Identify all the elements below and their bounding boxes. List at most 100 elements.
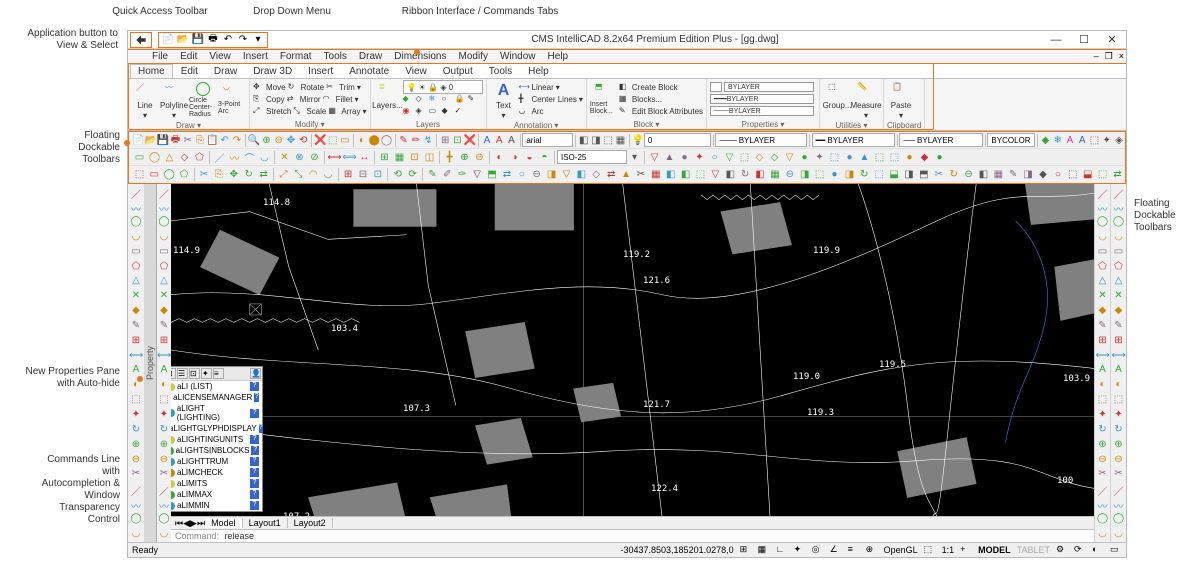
toolbar-button[interactable]: ◧	[663, 167, 678, 182]
vtoolbar-button[interactable]: △	[1112, 275, 1126, 289]
toolbar-button[interactable]: ⬚	[887, 150, 902, 165]
toolbar-button[interactable]: 🔍	[248, 133, 260, 148]
application-button[interactable]	[130, 32, 152, 48]
create-block-button[interactable]: Create Block	[632, 83, 678, 92]
toolbar-button[interactable]: ◑	[507, 150, 522, 165]
toolbar-button[interactable]: ／	[212, 150, 227, 165]
vtoolbar-button[interactable]: ⬚	[1096, 394, 1110, 408]
toolbar-button[interactable]: ◇	[752, 150, 767, 165]
vtoolbar-button[interactable]: ✂	[157, 468, 171, 482]
toolbar-button[interactable]: ✕	[277, 150, 292, 165]
vtoolbar-button[interactable]: ◯	[157, 513, 171, 527]
toolbar-button[interactable]: ▭	[339, 133, 351, 148]
menu-edit[interactable]: Edit	[174, 51, 203, 62]
menu-view[interactable]: View	[203, 51, 237, 62]
vtoolbar-button[interactable]: ⊕	[129, 439, 143, 453]
toolbar-button[interactable]: ⌒	[242, 150, 257, 165]
toolbar-button[interactable]: ⬤	[368, 133, 380, 148]
menu-help[interactable]: Help	[542, 51, 575, 62]
toolbar-button[interactable]: ↻	[241, 167, 256, 182]
vtoolbar-button[interactable]: ⬚	[1112, 394, 1126, 408]
vtoolbar-button[interactable]: ⊕	[1112, 439, 1126, 453]
toolbar-button[interactable]: ↷	[231, 133, 243, 148]
toolbar-button[interactable]: ◧	[723, 167, 738, 182]
vtoolbar-button[interactable]: ⬠	[129, 261, 143, 275]
tab-home[interactable]: Home	[130, 64, 173, 78]
toolbar-button[interactable]: ⬚	[327, 133, 339, 148]
doc-minimize-icon[interactable]: –	[1094, 51, 1099, 62]
layer-tool5-icon[interactable]: ✓	[455, 106, 466, 117]
vtoolbar-button[interactable]: ◯	[129, 216, 143, 230]
toolbar-button[interactable]: ◆	[1036, 167, 1051, 182]
tab-nav-prev-icon[interactable]: ◀	[183, 518, 190, 529]
move-button[interactable]: Move	[266, 83, 286, 92]
toolbar-button[interactable]: ⊗	[292, 150, 307, 165]
toolbar-button[interactable]: ▲	[857, 150, 872, 165]
vtoolbar-button[interactable]: 〰	[1112, 498, 1126, 512]
toolbar-button[interactable]: A	[493, 133, 505, 148]
layer-tool4-icon[interactable]: ◆	[442, 106, 453, 117]
toolbar-button[interactable]: ▽	[647, 150, 662, 165]
color-swatch[interactable]	[710, 82, 722, 92]
vtoolbar-button[interactable]: 〰	[1112, 201, 1126, 215]
toolbar-button[interactable]: A	[481, 133, 493, 148]
toolbar-button[interactable]: ↯	[422, 133, 434, 148]
toolbar-button[interactable]: ⬒	[485, 167, 500, 182]
doc-close-icon[interactable]: ×	[1119, 51, 1124, 62]
tab-output[interactable]: Output	[435, 64, 481, 78]
otrack-icon[interactable]: ∠	[830, 544, 842, 556]
vtoolbar-button[interactable]: ◆	[1112, 305, 1126, 319]
toolbar-button[interactable]: ⬚	[693, 167, 708, 182]
properties-pane-collapsed[interactable]: Property	[144, 184, 157, 542]
toolbar-button[interactable]: ◨	[842, 167, 857, 182]
toolbar-button[interactable]: ⇄	[604, 167, 619, 182]
menu-tools[interactable]: Tools	[318, 51, 353, 62]
toolbar-button[interactable]: ✑	[455, 167, 470, 182]
insert-block-button[interactable]: ⬒Insert Block...	[590, 81, 618, 115]
toolbar-button[interactable]: ◨	[902, 167, 917, 182]
toolbar-button[interactable]: ▽	[559, 167, 574, 182]
toolbar-button[interactable]: ◧	[753, 167, 768, 182]
autocomplete-item[interactable]: aLIGHTGLYPHDISPLAY?	[171, 423, 262, 434]
toolbar-button[interactable]: ✦	[692, 150, 707, 165]
toolbar-button[interactable]: ◧	[578, 133, 590, 148]
vtoolbar-button[interactable]: ⊕	[1096, 439, 1110, 453]
vtoolbar-button[interactable]: ／	[129, 483, 143, 497]
vtoolbar-button[interactable]: ／	[157, 483, 171, 497]
toolbar-button[interactable]: ◓	[537, 150, 552, 165]
vtoolbar-button[interactable]: ✦	[1112, 409, 1126, 423]
vtoolbar-button[interactable]: ▭	[1096, 246, 1110, 260]
toolbar-button[interactable]: ◨	[1021, 167, 1036, 182]
toolbar-button[interactable]: ↶	[219, 133, 231, 148]
vtoolbar-button[interactable]: 〰	[157, 498, 171, 512]
tab-edit[interactable]: Edit	[173, 64, 206, 78]
toolbar-button[interactable]: ◯	[162, 167, 177, 182]
layers-button[interactable]: ≣Layers...	[374, 81, 402, 110]
command-line[interactable]: Command: release	[171, 529, 1094, 542]
toolbar-button[interactable]: ▽	[722, 150, 737, 165]
toolbar-button[interactable]: ◇	[177, 150, 192, 165]
vtoolbar-button[interactable]: ⬚	[157, 394, 171, 408]
vtoolbar-button[interactable]: A	[1096, 364, 1110, 378]
autocomplete-item[interactable]: aLIMCHECK?	[171, 467, 262, 478]
vtoolbar-button[interactable]: ▭	[1112, 246, 1126, 260]
array-button[interactable]: Array	[341, 107, 360, 116]
toolbar-button[interactable]: ✥	[226, 167, 241, 182]
toolbar-button[interactable]: ⇄	[1110, 167, 1125, 182]
vtoolbar-button[interactable]: ⊖	[1096, 454, 1110, 468]
toolbar-button[interactable]: ✂	[182, 133, 194, 148]
status-model[interactable]: MODEL	[978, 545, 1011, 555]
ac-icon[interactable]: ≡	[213, 368, 224, 379]
status-icon[interactable]: ▭	[1110, 544, 1122, 556]
toolbar-button[interactable]: ◠	[306, 167, 321, 182]
vtoolbar-button[interactable]: ⊞	[1096, 335, 1110, 349]
layer-combo[interactable]: 💡 ☀ 🔒 ◈ 0	[403, 80, 483, 94]
autocomplete-item[interactable]: aLI (LIST)?	[171, 381, 262, 392]
toolbar-combo[interactable]: 0	[644, 133, 711, 147]
group-button[interactable]: ⬚Group...	[823, 81, 851, 110]
vtoolbar-button[interactable]: ⬠	[1096, 261, 1110, 275]
toolbar-button[interactable]: ⊞	[377, 150, 392, 165]
toolbar-button[interactable]: ❄	[1052, 133, 1064, 148]
tab-nav-last-icon[interactable]: ⏭	[197, 518, 205, 529]
toolbar-button[interactable]: ◡	[257, 150, 272, 165]
